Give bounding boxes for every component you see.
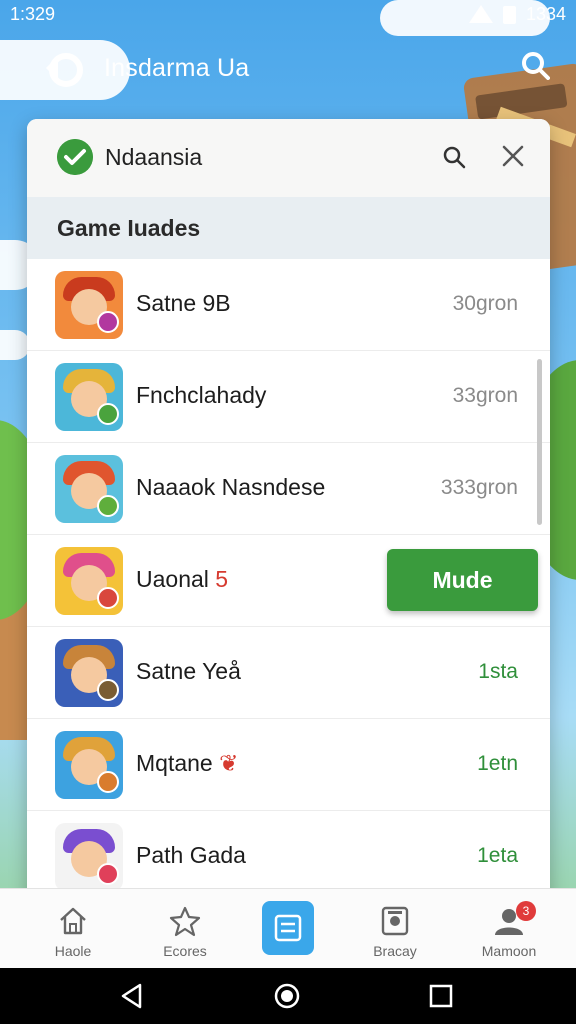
nav-item-profile[interactable]: 3 Mamoon (454, 889, 564, 969)
game-name: Satne 9B (136, 290, 231, 316)
scrollbar[interactable] (537, 359, 542, 525)
home-icon (60, 907, 86, 935)
game-avatar (55, 271, 123, 339)
home-circle-icon[interactable] (273, 982, 301, 1010)
game-avatar (55, 455, 123, 523)
bottom-navigation: Haole Ecores Bracay 3 Mamoon (0, 888, 576, 968)
list-item[interactable]: Mqtane ❦ 1etn (27, 719, 550, 811)
game-name: Satne Yeå (136, 658, 241, 684)
app-title: Insdarma Ua (104, 54, 250, 82)
card-title: Ndaansia (105, 144, 203, 170)
game-list: Satne 9B 30gron Fnchclahady 33gron Naaao… (27, 259, 550, 903)
nav-item-scores[interactable]: Ecores (130, 889, 240, 969)
game-avatar (55, 363, 123, 431)
back-triangle-icon[interactable] (118, 982, 146, 1010)
list-item[interactable]: Uaonal 5 Mude (27, 535, 550, 627)
game-meta: 1etn (477, 752, 518, 775)
nav-label: Mamoon (481, 943, 537, 959)
game-name: Fnchclahady (136, 382, 267, 408)
game-name: Naaaok Nasndese (136, 474, 326, 500)
game-name-suffix: 5 (215, 566, 229, 592)
list-item[interactable]: Satne Yeå 1sta (27, 627, 550, 719)
list-icon (274, 914, 302, 942)
back-icon[interactable] (42, 46, 86, 90)
wifi-icon (468, 4, 493, 23)
mude-button[interactable]: Mude (387, 549, 538, 611)
game-meta: 1sta (478, 660, 518, 683)
recents-square-icon[interactable] (427, 982, 455, 1010)
close-icon[interactable] (502, 145, 524, 167)
star-icon (169, 906, 201, 937)
game-avatar (55, 731, 123, 799)
check-circle-icon (57, 139, 93, 175)
game-list-card: Ndaansia Game Iuades Satne 9B 30gron Fnc… (27, 119, 550, 919)
list-item[interactable]: Naaaok Nasndese 333gron (27, 443, 550, 535)
search-icon[interactable] (520, 50, 550, 80)
section-header: Game Iuades (27, 197, 550, 259)
nav-label: Ecores (163, 943, 207, 959)
game-name: Path Gada (136, 842, 246, 868)
system-navigation-bar (0, 968, 576, 1024)
list-item[interactable]: Satne 9B 30gron (27, 259, 550, 351)
nav-item-list[interactable] (262, 901, 314, 955)
game-meta: 1eta (477, 844, 518, 867)
app-top-bar: Insdarma Ua (0, 40, 576, 100)
status-right-text: 1334 (525, 4, 566, 24)
game-name: Mqtane ❦ (136, 750, 239, 776)
nav-label: Bracay (373, 943, 417, 959)
battery-icon (502, 5, 516, 24)
game-avatar (55, 639, 123, 707)
card-search-icon[interactable] (442, 145, 466, 169)
section-title: Game Iuades (57, 215, 201, 241)
game-avatar (55, 547, 123, 615)
game-meta: 33gron (452, 384, 518, 407)
list-item[interactable]: Fnchclahady 33gron (27, 351, 550, 443)
game-name-suffix: ❦ (219, 750, 239, 776)
status-bar: 1:329 1334 (0, 0, 576, 30)
nav-item-home[interactable]: Haole (18, 889, 128, 969)
card-header: Ndaansia (27, 119, 550, 197)
game-name: Uaonal 5 (136, 566, 229, 592)
nav-label: Haole (54, 943, 92, 959)
game-avatar (55, 823, 123, 891)
status-time: 1:329 (10, 4, 56, 24)
nav-item-gallery[interactable]: Bracay (340, 889, 450, 969)
game-meta: 30gron (452, 292, 518, 315)
notification-badge: 3 (516, 901, 536, 921)
game-meta: 333gron (440, 476, 518, 499)
photo-icon (381, 906, 409, 936)
